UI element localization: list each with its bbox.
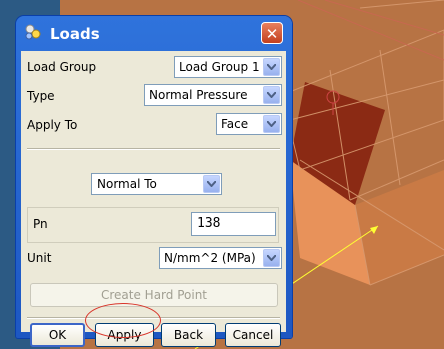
apply-to-value: Face [221,117,249,131]
type-select[interactable]: Normal Pressure [144,84,282,106]
direction-value: Normal To [97,177,157,191]
pn-value: 138 [197,216,221,231]
dialog-title: Loads [50,25,100,43]
dialog-titlebar[interactable]: Loads ✕ [16,16,292,50]
loads-icon [24,23,42,41]
dropdown-arrow-icon [203,175,220,193]
cancel-button[interactable]: Cancel [225,323,281,347]
load-group-label: Load Group [27,60,97,74]
create-hard-point-button[interactable]: Create Hard Point [30,283,278,307]
direction-select[interactable]: Normal To [91,173,222,195]
ok-button[interactable]: OK [30,323,85,347]
dropdown-arrow-icon [263,249,280,267]
apply-to-label: Apply To [27,118,78,132]
close-button[interactable]: ✕ [261,22,283,44]
dropdown-arrow-icon [263,115,280,133]
pn-label: Pn [33,217,48,231]
dropdown-arrow-icon [263,86,280,104]
apply-highlight-ellipse [85,303,161,338]
loads-dialog: Loads ✕ Load Group Load Group 1 Type Nor… [16,16,292,347]
apply-to-select[interactable]: Face [216,113,282,135]
separator [27,148,280,149]
unit-value: N/mm^2 (MPa) [164,251,256,265]
load-group-value: Load Group 1 [179,60,260,74]
type-label: Type [27,89,55,103]
pn-input[interactable]: 138 [191,212,276,236]
dialog-body: Load Group Load Group 1 Type Normal Pres… [21,51,286,347]
dropdown-arrow-icon [263,58,280,76]
close-icon: ✕ [265,25,279,43]
load-group-select[interactable]: Load Group 1 [174,56,282,78]
back-button[interactable]: Back [161,323,216,347]
unit-select[interactable]: N/mm^2 (MPa) [159,247,282,269]
type-value: Normal Pressure [149,88,248,102]
unit-label: Unit [27,251,52,265]
